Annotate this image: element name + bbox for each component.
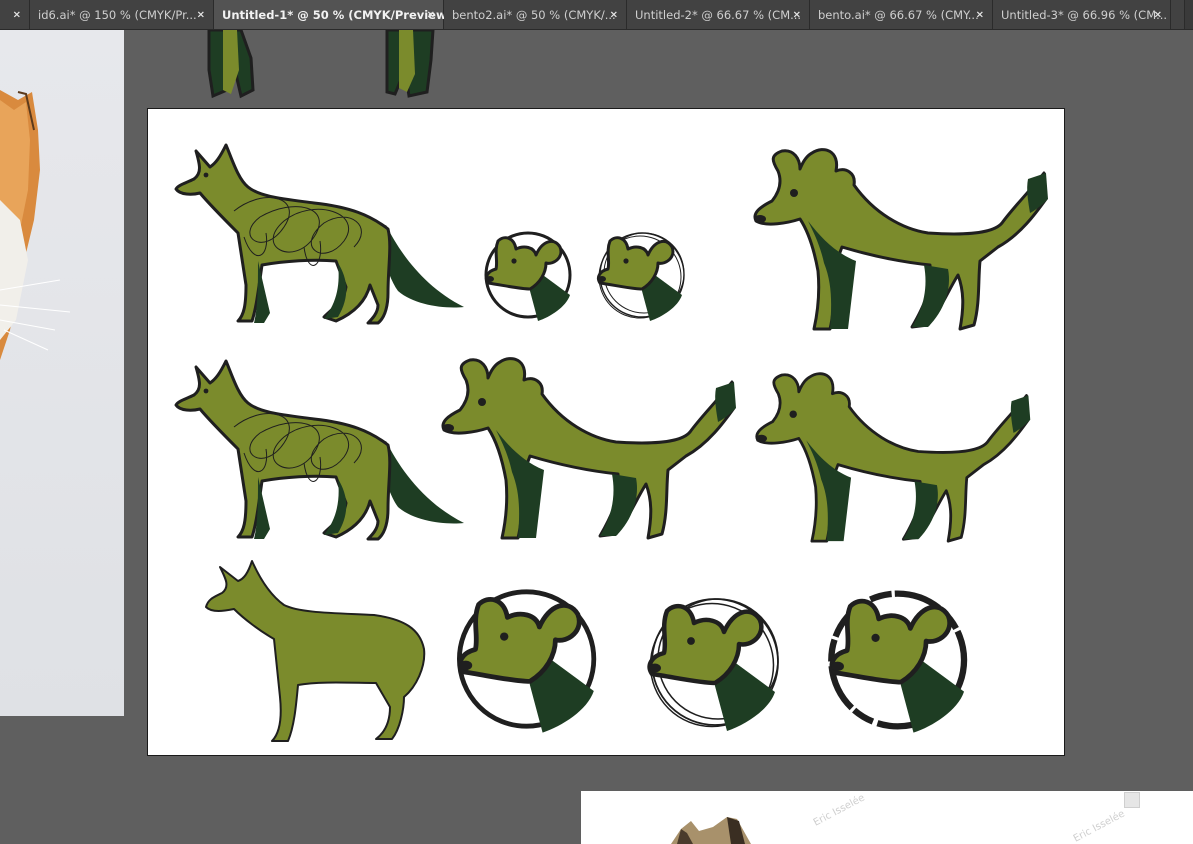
tab-label: Untitled-3* @ 66.96 % (CM...: [1001, 7, 1168, 22]
artboard[interactable]: [147, 108, 1065, 756]
tab-close-icon[interactable]: ×: [610, 9, 618, 20]
tab-overflow[interactable]: [1171, 0, 1185, 29]
badge-large-1[interactable]: [448, 579, 618, 739]
reference-fox-photo-bottom[interactable]: Eric Isselée Eric Isselée: [581, 791, 1193, 844]
dog-illustration[interactable]: [440, 347, 740, 553]
reference-fox-photo[interactable]: [0, 30, 124, 716]
tab-label: bento2.ai* @ 50 % (CMYK/...: [452, 7, 616, 22]
tab-close-icon[interactable]: ×: [197, 9, 205, 20]
tab-untitled-3[interactable]: Untitled-3* @ 66.96 % (CM... ×: [993, 0, 1171, 29]
tab-close-icon[interactable]: ×: [1154, 9, 1162, 20]
tab-close-icon[interactable]: ×: [793, 9, 801, 20]
tab-label: Untitled-2* @ 66.67 % (CM...: [635, 7, 802, 22]
tab-bento2[interactable]: bento2.ai* @ 50 % (CMYK/... ×: [444, 0, 627, 29]
coyote-illustration[interactable]: [174, 353, 466, 543]
tab-untitled-2[interactable]: Untitled-2* @ 66.67 % (CM... ×: [627, 0, 810, 29]
tab-label: bento.ai* @ 66.67 % (CMY...: [818, 7, 979, 22]
coyote-illustration[interactable]: [174, 137, 466, 327]
badge-large-2[interactable]: [638, 587, 798, 737]
tab-label: id6.ai* @ 150 % (CMYK/Pr...: [38, 7, 197, 22]
document-tab-bar: × id6.ai* @ 150 % (CMYK/Pr... × Untitled…: [0, 0, 1193, 30]
tab-close-icon[interactable]: ×: [427, 9, 435, 20]
tab-id6[interactable]: id6.ai* @ 150 % (CMYK/Pr... ×: [30, 0, 214, 29]
dog-illustration[interactable]: [754, 361, 1034, 557]
dog-illustration[interactable]: [752, 143, 1052, 339]
badge-small-1[interactable]: [480, 225, 584, 325]
tab-close-icon[interactable]: ×: [976, 9, 984, 20]
badge-small-2[interactable]: [592, 225, 696, 325]
coyote-silhouette[interactable]: [204, 557, 430, 747]
tab-stub[interactable]: ×: [0, 0, 30, 29]
badge-large-3[interactable]: [820, 581, 988, 739]
scroll-button[interactable]: [1124, 792, 1140, 808]
tab-close-icon[interactable]: ×: [13, 9, 21, 20]
tab-untitled-1[interactable]: Untitled-1* @ 50 % (CMYK/Preview) ×: [214, 0, 452, 29]
tab-label: Untitled-1* @ 50 % (CMYK/Preview): [222, 7, 452, 22]
tab-bento[interactable]: bento.ai* @ 66.67 % (CMY... ×: [810, 0, 993, 29]
offboard-leg-fragments[interactable]: [195, 30, 455, 102]
